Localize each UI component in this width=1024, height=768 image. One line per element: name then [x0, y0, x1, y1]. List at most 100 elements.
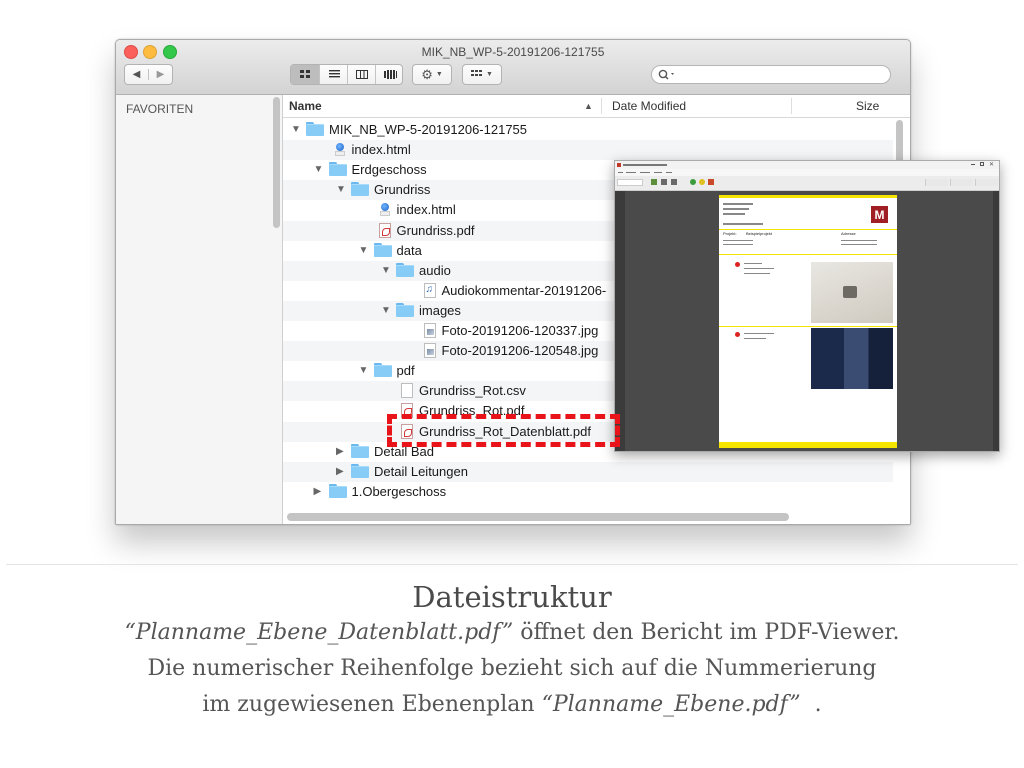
folder-icon — [373, 363, 392, 378]
file-row[interactable]: index.html — [283, 140, 893, 161]
menu-item[interactable] — [618, 172, 623, 173]
viewer-maximize-button[interactable] — [980, 162, 984, 166]
page-divider — [719, 326, 897, 327]
gear-icon: ⚙ — [421, 66, 433, 82]
viewer-minimize-button[interactable] — [971, 164, 975, 165]
grid-icon — [299, 70, 310, 78]
viewer-panel-tab[interactable] — [950, 179, 973, 186]
marker-2 — [735, 332, 740, 337]
menu-item[interactable] — [666, 172, 672, 173]
disclosure-closed-icon[interactable]: ▶ — [336, 466, 344, 477]
disclosure-open-icon[interactable]: ▼ — [314, 164, 324, 175]
icon-view-button[interactable] — [291, 65, 319, 84]
file-name: index.html — [351, 142, 411, 158]
disclosure-open-icon[interactable]: ▼ — [359, 245, 369, 256]
file-name: Detail Leitungen — [374, 463, 468, 479]
page-text-line — [841, 244, 877, 245]
disclosure-open-icon[interactable]: ▼ — [336, 184, 346, 195]
caption-plan-filename: “Planname_Ebene.pdf” — [541, 692, 801, 717]
viewer-panel-tab[interactable] — [975, 179, 998, 186]
page-text-line — [744, 273, 770, 274]
page-text-line — [723, 244, 753, 245]
disclosure-open-icon[interactable]: ▼ — [359, 365, 369, 376]
viewer-title-text — [623, 164, 667, 166]
divider-line — [6, 564, 1018, 565]
file-name: index.html — [396, 202, 456, 218]
file-row[interactable]: ▼ MIK_NB_WP-5-20191206-121755 — [283, 120, 893, 140]
disclosure-closed-icon[interactable]: ▶ — [314, 486, 322, 497]
marker-1 — [735, 262, 740, 267]
page-label-project: Projekt: — [723, 231, 737, 236]
highlight-box — [387, 414, 620, 447]
coverflow-view-button[interactable] — [375, 65, 404, 84]
viewer-tool-icon[interactable] — [651, 179, 657, 185]
folder-icon — [328, 162, 347, 177]
arrange-grid-icon — [471, 70, 483, 76]
viewer-tool-icon[interactable] — [690, 179, 696, 185]
caption-filename: “Planname_Ebene_Datenblatt.pdf” — [124, 620, 514, 645]
menu-item[interactable] — [640, 172, 650, 173]
search-icon — [658, 69, 674, 80]
file-name: Erdgeschoss — [351, 162, 427, 178]
sidebar: FAVORITEN — [116, 95, 283, 524]
folder-icon — [351, 182, 369, 197]
horizontal-scrollbar[interactable] — [287, 513, 789, 521]
page-text-line — [744, 263, 762, 264]
viewer-tool-icon[interactable] — [708, 179, 714, 185]
file-name: images — [419, 302, 461, 318]
pdf-file-icon — [378, 222, 391, 238]
caption-line-3-text: im zugewiesenen Ebenenplan — [202, 692, 542, 717]
sidebar-scrollbar[interactable] — [273, 97, 280, 228]
file-name: Grundriss — [374, 182, 431, 198]
search-field[interactable] — [651, 65, 891, 84]
list-view-button[interactable] — [319, 65, 348, 84]
page-text-line — [744, 333, 774, 334]
page-text-line — [723, 208, 749, 210]
disclosure-open-icon[interactable]: ▼ — [381, 265, 391, 276]
page-text-line — [744, 338, 766, 339]
menu-item[interactable] — [626, 172, 636, 173]
column-size[interactable]: Size — [856, 99, 879, 113]
viewer-tool-icon[interactable] — [661, 179, 667, 185]
action-menu-button[interactable]: ⚙ ▼ — [412, 64, 452, 85]
folder-icon — [396, 262, 414, 277]
viewer-close-icon[interactable]: ✕ — [989, 161, 994, 168]
page-divider — [719, 254, 897, 255]
folder-icon — [351, 463, 369, 478]
viewer-panel-tab[interactable] — [925, 179, 948, 186]
folder-icon — [351, 443, 369, 458]
column-view-button[interactable] — [347, 65, 376, 84]
viewer-scrollbar[interactable] — [993, 191, 999, 451]
back-button[interactable]: ◀ — [125, 69, 149, 80]
column-divider — [601, 98, 602, 114]
viewer-tool-icon[interactable] — [699, 179, 705, 185]
list-icon — [328, 70, 340, 78]
arrange-menu-button[interactable]: ▼ — [462, 64, 502, 85]
viewer-create-button[interactable] — [617, 179, 643, 186]
column-date-modified[interactable]: Date Modified — [612, 99, 686, 113]
coverflow-icon — [383, 70, 397, 79]
file-row[interactable]: ▶ 1.Obergeschoss — [283, 482, 893, 502]
file-name: Grundriss_Rot.csv — [419, 383, 526, 399]
caption-line-2: Die numerischer Reihenfolge bezieht sich… — [147, 656, 877, 681]
forward-button[interactable]: ▶ — [149, 69, 172, 80]
document-file-icon — [401, 383, 413, 399]
menu-item[interactable] — [654, 172, 662, 173]
disclosure-open-icon[interactable]: ▼ — [381, 305, 391, 316]
caption-title: Dateistruktur — [412, 580, 612, 614]
file-name: Grundriss.pdf — [396, 222, 475, 238]
folder-icon — [396, 302, 414, 317]
view-mode-control — [290, 64, 403, 85]
audio-file-icon — [423, 282, 436, 298]
viewer-left-rail — [615, 191, 625, 451]
image-file-icon — [423, 323, 436, 338]
column-name[interactable]: Name — [289, 99, 322, 113]
viewer-tool-icon[interactable] — [671, 179, 677, 185]
disclosure-open-icon[interactable]: ▼ — [291, 124, 301, 135]
column-divider — [791, 98, 792, 114]
file-row[interactable]: ▶ Detail Leitungen — [283, 461, 893, 482]
disclosure-closed-icon[interactable]: ▶ — [336, 446, 344, 457]
app-icon — [617, 163, 621, 167]
page-text-line — [723, 213, 745, 215]
file-name: MIK_NB_WP-5-20191206-121755 — [329, 122, 528, 137]
